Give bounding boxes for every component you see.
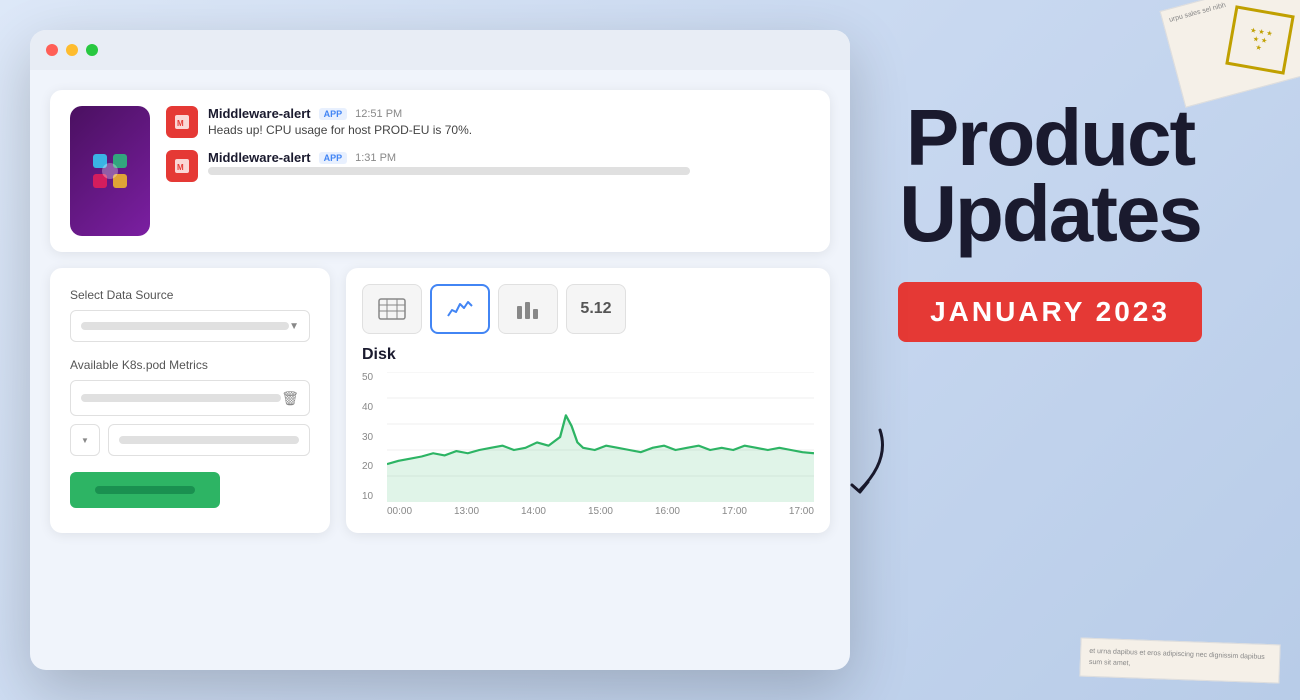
- slack-logo-container: [70, 106, 150, 236]
- notification-item-1: M Middleware-alert APP 12:51 PM Heads up…: [166, 106, 810, 138]
- data-source-panel: Select Data Source ▼ Available K8s.pod M…: [50, 268, 330, 533]
- notification-card: M Middleware-alert APP 12:51 PM Heads up…: [50, 90, 830, 252]
- filter-bar: [119, 436, 299, 444]
- notif-avatar-2: M: [166, 150, 198, 182]
- notif-avatar-1: M: [166, 106, 198, 138]
- chart-btn-table[interactable]: [362, 284, 422, 334]
- k8s-metrics-label: Available K8s.pod Metrics: [70, 358, 310, 372]
- submit-button[interactable]: [70, 472, 220, 508]
- slack-icon: [85, 146, 135, 196]
- k8s-section: Available K8s.pod Metrics 🗑 ▼: [70, 358, 310, 456]
- january-banner: JANUARY 2023: [898, 282, 1202, 342]
- metrics-input[interactable]: 🗑: [70, 380, 310, 416]
- panels-row: Select Data Source ▼ Available K8s.pod M…: [50, 268, 830, 533]
- notif-content-1: Middleware-alert APP 12:51 PM Heads up! …: [208, 106, 810, 137]
- disk-chart-svg: [387, 372, 814, 502]
- deco-stamp: ★ ★ ★★ ★★: [1225, 5, 1295, 75]
- notif-header-1: Middleware-alert APP 12:51 PM: [208, 106, 810, 121]
- submit-btn-bar: [95, 486, 195, 494]
- chart-btn-bar[interactable]: [498, 284, 558, 334]
- notif-time-1: 12:51 PM: [355, 108, 402, 120]
- chart-btn-line[interactable]: [430, 284, 490, 334]
- metrics-bar: [81, 394, 281, 402]
- chevron-down-icon-filter: ▼: [81, 436, 89, 445]
- traffic-light-yellow[interactable]: [66, 44, 78, 56]
- notif-content-2: Middleware-alert APP 1:31 PM: [208, 150, 810, 175]
- number-value: 5.12: [580, 300, 611, 318]
- browser-window: M Middleware-alert APP 12:51 PM Heads up…: [30, 30, 850, 670]
- filter-row: ▼: [70, 424, 310, 456]
- disk-chart-section: Disk 50 40 30 20 10: [362, 346, 814, 517]
- product-updates-title: Product Updates: [860, 100, 1240, 252]
- product-updates-section: Product Updates JANUARY 2023: [860, 100, 1240, 342]
- notif-message-1: Heads up! CPU usage for host PROD-EU is …: [208, 123, 810, 137]
- data-source-dropdown[interactable]: ▼: [70, 310, 310, 342]
- bottom-right-decoration: et urna dapibus et eros adipiscing nec d…: [1079, 638, 1280, 684]
- chart-btn-number[interactable]: 5.12: [566, 284, 626, 334]
- chart-toolbar: 5.12: [362, 284, 814, 334]
- chart-x-labels: 00:00 13:00 14:00 15:00 16:00 17:00 17:0…: [387, 506, 814, 517]
- notif-app-name-2: Middleware-alert: [208, 150, 311, 165]
- notif-badge-2: APP: [319, 152, 348, 164]
- notif-header-2: Middleware-alert APP 1:31 PM: [208, 150, 810, 165]
- browser-content: M Middleware-alert APP 12:51 PM Heads up…: [30, 70, 850, 553]
- notification-item-2: M Middleware-alert APP 1:31 PM: [166, 150, 810, 182]
- filter-input[interactable]: [108, 424, 310, 456]
- select-data-source-label: Select Data Source: [70, 288, 310, 302]
- svg-text:M: M: [177, 119, 184, 128]
- notif-bar-2: [208, 167, 690, 175]
- notifications-list: M Middleware-alert APP 12:51 PM Heads up…: [166, 106, 810, 182]
- chart-y-labels: 50 40 30 20 10: [362, 372, 387, 502]
- notif-time-2: 1:31 PM: [355, 152, 396, 164]
- chart-area: 50 40 30 20 10: [362, 372, 814, 502]
- traffic-light-green[interactable]: [86, 44, 98, 56]
- traffic-light-red[interactable]: [46, 44, 58, 56]
- filter-select[interactable]: ▼: [70, 424, 100, 456]
- disk-chart-title: Disk: [362, 346, 814, 364]
- chart-panel: 5.12 Disk 50 40 30 20 10: [346, 268, 830, 533]
- svg-text:M: M: [177, 163, 184, 172]
- select-bar: [81, 322, 289, 330]
- chevron-down-icon: ▼: [289, 321, 299, 332]
- notif-app-name-1: Middleware-alert: [208, 106, 311, 121]
- browser-titlebar: [30, 30, 850, 70]
- notif-badge-1: APP: [319, 108, 348, 120]
- trash-icon[interactable]: 🗑: [281, 390, 299, 407]
- bottom-deco-text: et urna dapibus et eros adipiscing nec d…: [1089, 647, 1272, 674]
